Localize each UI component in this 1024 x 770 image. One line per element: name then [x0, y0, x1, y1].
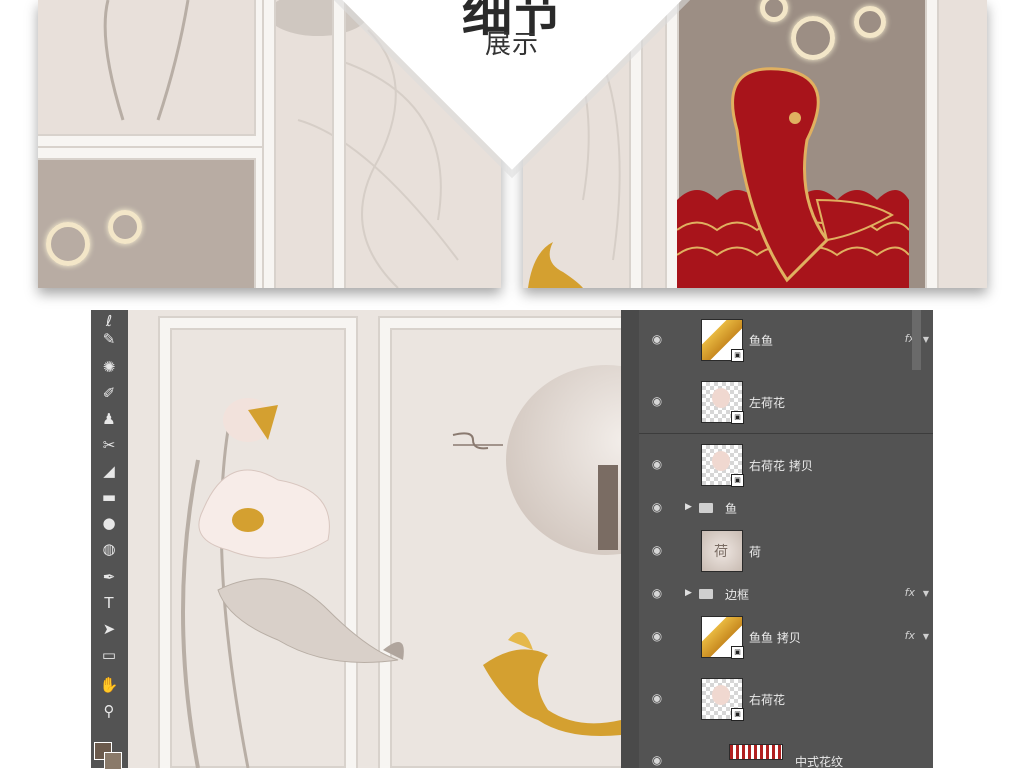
layer-thumbnail: 荷 [701, 530, 743, 572]
visibility-eye-icon[interactable]: ◉ [647, 394, 667, 408]
eyedropper-tool-icon[interactable]: ✎ [97, 328, 121, 350]
layer-thumbnail: ▣ [701, 380, 744, 424]
visibility-eye-icon[interactable]: ◉ [647, 753, 667, 767]
visibility-eye-icon[interactable]: ◉ [647, 691, 667, 705]
tools-panel: ℓ ✎ ✺ ✐ ♟ ✂ ◢ ▬ ● ◍ ✒ T ➤ ▭ ✋ ⚲ [91, 310, 129, 770]
layers-panel: ◉ ▣ 鱼鱼 fx ▼ ◉ ▣ 左荷花 ◉ ▣ 右荷花 拷贝 ◉ ▶ 鱼 ◉ 荷 荷 ◉ ▶ 边框 fx ▼ ◉ ▣ 鱼鱼 拷贝… [621, 310, 933, 768]
gradient-tool-icon[interactable]: ▬ [97, 486, 121, 508]
visibility-eye-icon[interactable]: ◉ [647, 457, 667, 471]
clone-stamp-icon[interactable]: ♟ [97, 408, 121, 430]
layer-thumbnail: ▣ [701, 319, 744, 362]
layer-name: 荷 [749, 545, 762, 559]
layer-row[interactable]: ◉ 中式花纹 [639, 730, 933, 768]
gold-fish-tail [528, 242, 583, 288]
layer-name: 边框 [725, 588, 750, 602]
layer-row[interactable]: ◉ ▣ 右荷花 [639, 668, 933, 731]
layer-effects-icon[interactable]: fx [905, 629, 915, 642]
layers-scrollbar[interactable] [912, 310, 921, 370]
layer-thumbnail: ▣ [701, 678, 744, 721]
background-color-swatch[interactable] [104, 752, 122, 770]
visibility-eye-icon[interactable]: ◉ [647, 500, 667, 514]
layer-row[interactable]: ◉ ▣ 鱼鱼 fx ▼ [639, 310, 933, 371]
page-subtitle: 展示 [484, 30, 539, 60]
blur-tool-icon[interactable]: ● [97, 512, 121, 534]
layer-thumbnail [729, 744, 783, 760]
history-brush-icon[interactable]: ✂ [97, 434, 121, 456]
layer-thumbnail: ▣ [701, 444, 744, 487]
panel-frame [38, 148, 266, 288]
chevron-down-icon[interactable]: ▼ [923, 335, 929, 344]
folder-icon [699, 589, 713, 599]
rectangle-tool-icon[interactable]: ▭ [97, 644, 121, 666]
smart-object-icon: ▣ [731, 410, 744, 424]
layer-row[interactable]: ◉ ▣ 左荷花 [639, 370, 933, 434]
layer-thumbnail: ▣ [701, 616, 744, 659]
layer-effects-icon[interactable]: fx [905, 586, 915, 599]
type-tool-icon[interactable]: T [97, 592, 121, 614]
layer-row[interactable]: ◉ ▣ 鱼鱼 拷贝 fx ▼ [639, 606, 933, 669]
folder-icon [699, 503, 713, 513]
layer-name: 中式花纹 [795, 755, 844, 768]
layer-row[interactable]: ◉ ▶ 鱼 [639, 496, 933, 521]
lotus-thumb-art [712, 387, 730, 408]
chevron-down-icon[interactable]: ▼ [923, 632, 929, 641]
gold-ring-decoration [108, 210, 142, 244]
smart-object-icon: ▣ [731, 646, 744, 659]
layer-name: 右荷花 [749, 693, 786, 707]
lotus-flower-artwork [181, 398, 621, 768]
thumb-glyph: 荷 [714, 544, 728, 560]
document-canvas[interactable] [128, 310, 621, 768]
hand-tool-icon[interactable]: ✋ [97, 674, 121, 696]
visibility-eye-icon[interactable]: ◉ [647, 586, 667, 600]
eraser-tool-icon[interactable]: ◢ [97, 460, 121, 482]
visibility-eye-icon[interactable]: ◉ [647, 332, 667, 346]
layer-row[interactable]: ◉ ▣ 右荷花 拷贝 [639, 434, 933, 497]
gold-ring-decoration [46, 222, 90, 266]
brush-tool-icon[interactable]: ✐ [97, 382, 121, 404]
zoom-tool-icon[interactable]: ⚲ [97, 700, 121, 722]
pen-tool-icon[interactable]: ✒ [97, 566, 121, 588]
layer-name: 右荷花 拷贝 [749, 459, 813, 473]
expand-group-icon[interactable]: ▶ [685, 588, 692, 598]
visibility-eye-icon[interactable]: ◉ [647, 629, 667, 643]
lotus-thumb-art [712, 685, 730, 705]
lotus-thumb-art [712, 451, 730, 471]
visibility-eye-icon[interactable]: ◉ [647, 543, 667, 557]
expand-group-icon[interactable]: ▶ [685, 502, 692, 512]
layer-row[interactable]: ◉ 荷 荷 [639, 520, 933, 583]
smart-object-icon: ▣ [731, 708, 744, 721]
layer-row[interactable]: ◉ ▶ 边框 fx ▼ [639, 582, 933, 607]
dodge-tool-icon[interactable]: ◍ [97, 538, 121, 560]
layer-name: 左荷花 [749, 395, 786, 410]
smart-object-icon: ▣ [731, 349, 744, 362]
layer-name: 鱼鱼 [749, 334, 774, 348]
healing-brush-icon[interactable]: ✺ [97, 356, 121, 378]
layer-name: 鱼 [725, 502, 738, 516]
layer-name: 鱼鱼 拷贝 [749, 631, 801, 645]
chevron-down-icon[interactable]: ▼ [923, 589, 929, 598]
smart-object-icon: ▣ [731, 474, 744, 487]
path-selection-icon[interactable]: ➤ [97, 618, 121, 640]
layers-panel-gutter [621, 310, 640, 768]
